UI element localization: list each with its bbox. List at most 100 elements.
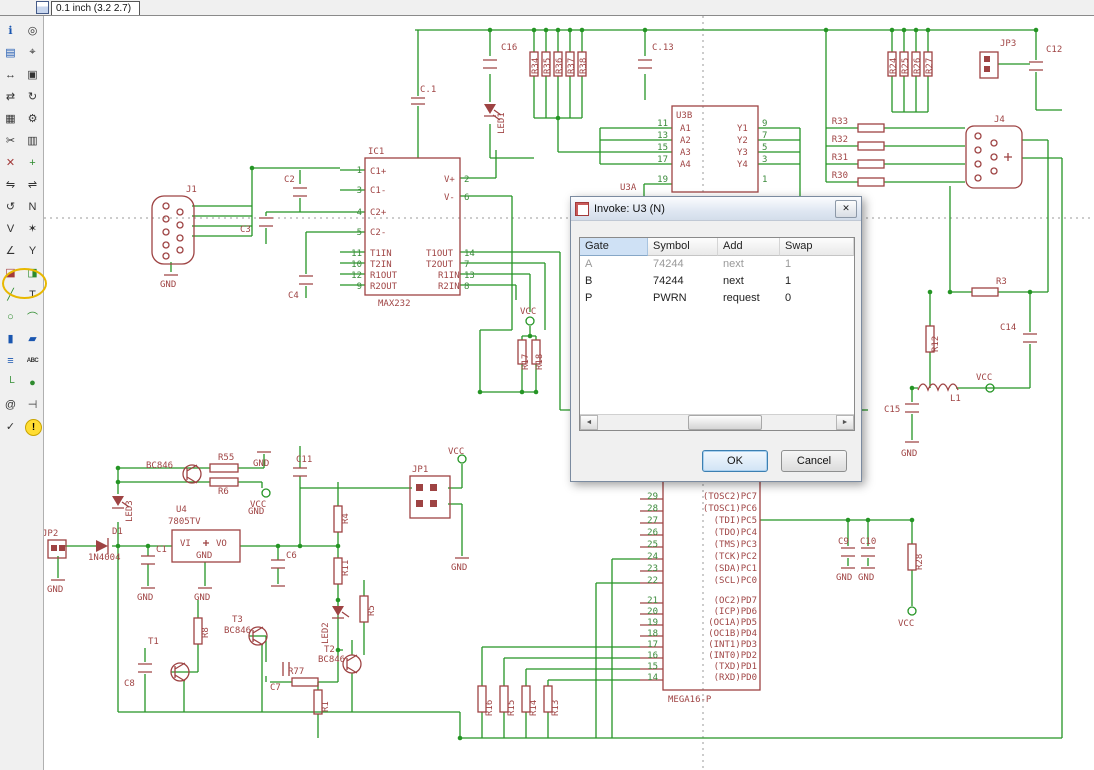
svg-text:R2OUT: R2OUT xyxy=(370,282,398,292)
svg-text:R1OUT: R1OUT xyxy=(370,271,398,281)
svg-text:(OC1B)PD4: (OC1B)PD4 xyxy=(708,629,757,639)
svg-text:(TXD)PD1: (TXD)PD1 xyxy=(714,662,757,672)
mirror-icon[interactable]: ⇄ xyxy=(1,87,20,106)
name-icon[interactable]: N xyxy=(23,197,42,216)
ok-button[interactable]: OK xyxy=(702,450,768,472)
column-header-gate[interactable]: Gate xyxy=(580,238,648,256)
net-icon[interactable]: └ xyxy=(1,373,20,392)
svg-text:R17: R17 xyxy=(521,354,531,370)
split-icon[interactable]: Y xyxy=(23,241,42,260)
invoke-icon[interactable]: ◪ xyxy=(1,263,20,282)
svg-text:C12: C12 xyxy=(1046,45,1062,55)
horizontal-scrollbar[interactable]: ◄ ► xyxy=(580,414,854,430)
polygon-icon[interactable]: ▰ xyxy=(23,329,42,348)
show-icon[interactable]: ◎ xyxy=(23,21,42,40)
rect-icon[interactable]: ▮ xyxy=(1,329,20,348)
cut-icon[interactable]: ✂ xyxy=(1,131,20,150)
delete-icon[interactable]: ✕ xyxy=(1,153,20,172)
svg-text:R26: R26 xyxy=(913,58,923,74)
mark-icon[interactable]: ⌖ xyxy=(23,43,42,62)
svg-text:GND: GND xyxy=(248,507,264,517)
pinswap-icon[interactable]: ⇋ xyxy=(1,175,20,194)
table-row[interactable]: B 74244 next 1 xyxy=(580,273,854,290)
svg-text:VCC: VCC xyxy=(520,307,536,317)
display-layers-icon[interactable]: ▤ xyxy=(1,43,20,62)
scroll-left-arrow[interactable]: ◄ xyxy=(580,415,598,430)
change-icon[interactable]: ⚙ xyxy=(23,109,42,128)
dialog-titlebar[interactable]: Invoke: U3 (N) ✕ xyxy=(571,197,861,221)
paste-icon[interactable]: ▥ xyxy=(23,131,42,150)
column-header-symbol[interactable]: Symbol xyxy=(648,238,718,256)
svg-text:R33: R33 xyxy=(832,117,848,127)
svg-text:23: 23 xyxy=(647,564,658,574)
erc-icon[interactable]: ✓ xyxy=(1,417,20,436)
svg-text:BC846: BC846 xyxy=(146,461,173,471)
svg-text:VCC: VCC xyxy=(976,373,992,383)
svg-text:C14: C14 xyxy=(1000,323,1016,333)
svg-text:5: 5 xyxy=(762,143,767,153)
schematic-canvas[interactable]: C16 C.13R34 R35 R36 R37 R38 R24 R25 R26 R27JP3C12… xyxy=(0,0,1094,770)
svg-text:1: 1 xyxy=(762,175,767,185)
arc-icon[interactable]: ⌒ xyxy=(23,307,42,326)
svg-text:R31: R31 xyxy=(832,153,848,163)
add-icon[interactable]: + xyxy=(23,153,42,172)
gateswap-icon[interactable]: ⇌ xyxy=(23,175,42,194)
svg-text:(ICP)PD6: (ICP)PD6 xyxy=(714,607,757,617)
table-row[interactable]: P PWRN request 0 xyxy=(580,290,854,307)
circle-icon[interactable]: ○ xyxy=(1,307,20,326)
bus-icon[interactable]: ≡ xyxy=(1,351,20,370)
svg-text:C11: C11 xyxy=(296,455,312,465)
text-icon[interactable]: T xyxy=(23,285,42,304)
svg-text:7: 7 xyxy=(464,260,469,270)
svg-text:VO: VO xyxy=(216,539,227,549)
scroll-right-arrow[interactable]: ► xyxy=(836,415,854,430)
svg-text:A1: A1 xyxy=(680,124,691,134)
column-header-swap[interactable]: Swap xyxy=(780,238,854,256)
svg-text:R25: R25 xyxy=(901,58,911,74)
rotate-icon[interactable]: ↻ xyxy=(23,87,42,106)
label-icon[interactable]: ABC xyxy=(23,351,42,370)
svg-text:R4: R4 xyxy=(341,513,351,524)
svg-text:GND: GND xyxy=(47,585,63,595)
dimension-icon[interactable]: ⊣ xyxy=(23,395,42,414)
column-header-add[interactable]: Add xyxy=(718,238,780,256)
svg-text:GND: GND xyxy=(858,573,874,583)
smash-icon[interactable]: ✶ xyxy=(23,219,42,238)
svg-text:R32: R32 xyxy=(832,135,848,145)
svg-text:L1: L1 xyxy=(950,394,961,404)
svg-text:7805TV: 7805TV xyxy=(168,517,201,527)
svg-text:LED3: LED3 xyxy=(125,500,135,522)
table-row[interactable]: A 74244 next 1 xyxy=(580,256,854,273)
junction-icon[interactable]: ● xyxy=(23,373,42,392)
svg-text:21: 21 xyxy=(647,596,658,606)
group-icon[interactable]: ▦ xyxy=(1,109,20,128)
miter-icon[interactable]: ∠ xyxy=(1,241,20,260)
value-icon[interactable]: V xyxy=(1,219,20,238)
cancel-button[interactable]: Cancel xyxy=(781,450,847,472)
scroll-track[interactable] xyxy=(598,415,836,430)
close-button[interactable]: ✕ xyxy=(835,199,857,218)
svg-text:C1-: C1- xyxy=(370,186,386,196)
svg-text:28: 28 xyxy=(647,504,658,514)
svg-text:15: 15 xyxy=(647,662,658,672)
attribute-icon[interactable]: @ xyxy=(1,395,20,414)
errors-icon[interactable]: ! xyxy=(25,419,42,436)
svg-text:C2-: C2- xyxy=(370,228,386,238)
scroll-thumb[interactable] xyxy=(688,415,763,430)
svg-text:U3A: U3A xyxy=(620,183,637,193)
svg-text:9: 9 xyxy=(357,282,362,292)
replace-icon[interactable]: ↺ xyxy=(1,197,20,216)
invoke-dialog: Invoke: U3 (N) ✕ Gate Symbol Add Swap A 7424… xyxy=(570,196,862,482)
optimize-icon[interactable]: ◨ xyxy=(23,263,42,282)
svg-text:29: 29 xyxy=(647,492,658,502)
svg-text:16: 16 xyxy=(647,651,658,661)
copy-icon[interactable]: ▣ xyxy=(23,65,42,84)
info-icon[interactable]: ℹ xyxy=(1,21,20,40)
wire-icon[interactable]: ╱ xyxy=(1,285,20,304)
svg-text:8: 8 xyxy=(464,282,469,292)
svg-text:R28: R28 xyxy=(915,554,925,570)
svg-text:T2IN: T2IN xyxy=(370,260,392,270)
move-icon[interactable]: ↔ xyxy=(1,65,20,84)
svg-text:T1: T1 xyxy=(148,637,159,647)
svg-text:1: 1 xyxy=(357,166,362,176)
